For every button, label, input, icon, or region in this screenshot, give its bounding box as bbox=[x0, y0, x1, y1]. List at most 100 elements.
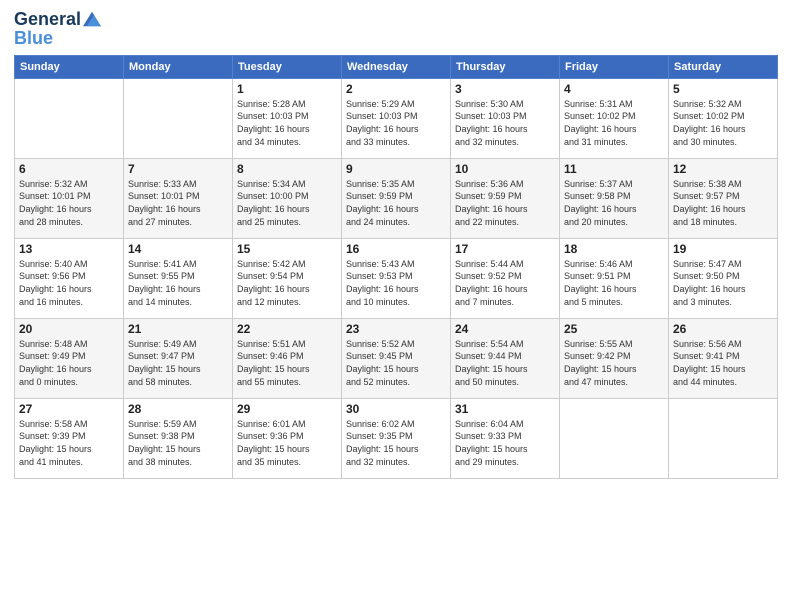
calendar-cell: 2Sunrise: 5:29 AM Sunset: 10:03 PM Dayli… bbox=[342, 78, 451, 158]
day-number: 18 bbox=[564, 242, 664, 256]
day-info: Sunrise: 5:30 AM Sunset: 10:03 PM Daylig… bbox=[455, 98, 555, 148]
calendar-cell: 27 Sunrise: 5:58 AM Sunset: 9:39 PM Dayli… bbox=[15, 398, 124, 478]
calendar-cell: 29 Sunrise: 6:01 AM Sunset: 9:36 PM Dayli… bbox=[233, 398, 342, 478]
day-info: Sunrise: 5:48 AM Sunset: 9:49 PM Dayligh… bbox=[19, 338, 119, 388]
day-number: 20 bbox=[19, 322, 119, 336]
day-number: 5 bbox=[673, 82, 773, 96]
day-number: 31 bbox=[455, 402, 555, 416]
calendar-cell: 12 Sunrise: 5:38 AM Sunset: 9:57 PM Dayli… bbox=[669, 158, 778, 238]
logo-text-blue: Blue bbox=[14, 28, 101, 49]
calendar-cell: 24Sunrise: 5:54 AM Sunset: 9:44 PM Dayli… bbox=[451, 318, 560, 398]
calendar-cell: 3 Sunrise: 5:30 AM Sunset: 10:03 PM Dayli… bbox=[451, 78, 560, 158]
day-header-sunday: Sunday bbox=[15, 55, 124, 78]
logo: General Blue bbox=[14, 10, 101, 49]
calendar-cell: 26 Sunrise: 5:56 AM Sunset: 9:41 PM Dayli… bbox=[669, 318, 778, 398]
day-header-friday: Friday bbox=[560, 55, 669, 78]
day-number: 27 bbox=[19, 402, 119, 416]
day-number: 7 bbox=[128, 162, 228, 176]
day-number: 1 bbox=[237, 82, 337, 96]
calendar-cell: 21Sunrise: 5:49 AM Sunset: 9:47 PM Dayli… bbox=[124, 318, 233, 398]
calendar-cell bbox=[669, 398, 778, 478]
day-number: 9 bbox=[346, 162, 446, 176]
calendar-cell: 22 Sunrise: 5:51 AM Sunset: 9:46 PM Dayli… bbox=[233, 318, 342, 398]
day-info: Sunrise: 5:51 AM Sunset: 9:46 PM Dayligh… bbox=[237, 338, 337, 388]
day-header-saturday: Saturday bbox=[669, 55, 778, 78]
day-info: Sunrise: 5:44 AM Sunset: 9:52 PM Dayligh… bbox=[455, 258, 555, 308]
day-number: 11 bbox=[564, 162, 664, 176]
calendar-cell: 31 Sunrise: 6:04 AM Sunset: 9:33 PM Dayli… bbox=[451, 398, 560, 478]
calendar-cell: 6Sunrise: 5:32 AM Sunset: 10:01 PM Dayli… bbox=[15, 158, 124, 238]
week-row-2: 6Sunrise: 5:32 AM Sunset: 10:01 PM Dayli… bbox=[15, 158, 778, 238]
week-row-5: 27 Sunrise: 5:58 AM Sunset: 9:39 PM Dayli… bbox=[15, 398, 778, 478]
calendar-cell: 13Sunrise: 5:40 AM Sunset: 9:56 PM Dayli… bbox=[15, 238, 124, 318]
day-number: 12 bbox=[673, 162, 773, 176]
calendar-cell: 20 Sunrise: 5:48 AM Sunset: 9:49 PM Dayli… bbox=[15, 318, 124, 398]
calendar-table: SundayMondayTuesdayWednesdayThursdayFrid… bbox=[14, 55, 778, 479]
day-info: Sunrise: 5:47 AM Sunset: 9:50 PM Dayligh… bbox=[673, 258, 773, 308]
day-number: 16 bbox=[346, 242, 446, 256]
calendar-cell: 17 Sunrise: 5:44 AM Sunset: 9:52 PM Dayli… bbox=[451, 238, 560, 318]
calendar-cell: 7Sunrise: 5:33 AM Sunset: 10:01 PM Dayli… bbox=[124, 158, 233, 238]
day-info: Sunrise: 5:41 AM Sunset: 9:55 PM Dayligh… bbox=[128, 258, 228, 308]
day-number: 4 bbox=[564, 82, 664, 96]
day-info: Sunrise: 5:34 AM Sunset: 10:00 PM Daylig… bbox=[237, 178, 337, 228]
day-info: Sunrise: 5:56 AM Sunset: 9:41 PM Dayligh… bbox=[673, 338, 773, 388]
calendar-cell: 16Sunrise: 5:43 AM Sunset: 9:53 PM Dayli… bbox=[342, 238, 451, 318]
calendar-cell bbox=[124, 78, 233, 158]
calendar-cell: 11 Sunrise: 5:37 AM Sunset: 9:58 PM Dayli… bbox=[560, 158, 669, 238]
week-row-3: 13Sunrise: 5:40 AM Sunset: 9:56 PM Dayli… bbox=[15, 238, 778, 318]
day-number: 2 bbox=[346, 82, 446, 96]
day-info: Sunrise: 5:58 AM Sunset: 9:39 PM Dayligh… bbox=[19, 418, 119, 468]
calendar-cell: 4Sunrise: 5:31 AM Sunset: 10:02 PM Dayli… bbox=[560, 78, 669, 158]
day-header-tuesday: Tuesday bbox=[233, 55, 342, 78]
day-info: Sunrise: 5:37 AM Sunset: 9:58 PM Dayligh… bbox=[564, 178, 664, 228]
day-number: 3 bbox=[455, 82, 555, 96]
calendar-cell: 5 Sunrise: 5:32 AM Sunset: 10:02 PM Dayli… bbox=[669, 78, 778, 158]
week-row-1: 1 Sunrise: 5:28 AM Sunset: 10:03 PM Dayli… bbox=[15, 78, 778, 158]
day-info: Sunrise: 5:59 AM Sunset: 9:38 PM Dayligh… bbox=[128, 418, 228, 468]
day-number: 22 bbox=[237, 322, 337, 336]
day-header-wednesday: Wednesday bbox=[342, 55, 451, 78]
day-number: 17 bbox=[455, 242, 555, 256]
calendar-cell: 15Sunrise: 5:42 AM Sunset: 9:54 PM Dayli… bbox=[233, 238, 342, 318]
day-number: 6 bbox=[19, 162, 119, 176]
day-number: 28 bbox=[128, 402, 228, 416]
day-info: Sunrise: 5:54 AM Sunset: 9:44 PM Dayligh… bbox=[455, 338, 555, 388]
day-info: Sunrise: 5:38 AM Sunset: 9:57 PM Dayligh… bbox=[673, 178, 773, 228]
calendar-cell: 28 Sunrise: 5:59 AM Sunset: 9:38 PM Dayli… bbox=[124, 398, 233, 478]
calendar-cell: 14 Sunrise: 5:41 AM Sunset: 9:55 PM Dayli… bbox=[124, 238, 233, 318]
calendar-cell: 19 Sunrise: 5:47 AM Sunset: 9:50 PM Dayli… bbox=[669, 238, 778, 318]
day-info: Sunrise: 5:28 AM Sunset: 10:03 PM Daylig… bbox=[237, 98, 337, 148]
day-number: 21 bbox=[128, 322, 228, 336]
calendar-cell: 18Sunrise: 5:46 AM Sunset: 9:51 PM Dayli… bbox=[560, 238, 669, 318]
day-number: 13 bbox=[19, 242, 119, 256]
day-info: Sunrise: 6:01 AM Sunset: 9:36 PM Dayligh… bbox=[237, 418, 337, 468]
calendar-cell: 30 Sunrise: 6:02 AM Sunset: 9:35 PM Dayli… bbox=[342, 398, 451, 478]
day-info: Sunrise: 6:04 AM Sunset: 9:33 PM Dayligh… bbox=[455, 418, 555, 468]
logo-icon bbox=[83, 10, 101, 28]
calendar-cell: 10 Sunrise: 5:36 AM Sunset: 9:59 PM Dayli… bbox=[451, 158, 560, 238]
day-number: 30 bbox=[346, 402, 446, 416]
day-header-thursday: Thursday bbox=[451, 55, 560, 78]
day-info: Sunrise: 5:35 AM Sunset: 9:59 PM Dayligh… bbox=[346, 178, 446, 228]
day-info: Sunrise: 5:52 AM Sunset: 9:45 PM Dayligh… bbox=[346, 338, 446, 388]
week-row-4: 20 Sunrise: 5:48 AM Sunset: 9:49 PM Dayli… bbox=[15, 318, 778, 398]
day-info: Sunrise: 5:55 AM Sunset: 9:42 PM Dayligh… bbox=[564, 338, 664, 388]
day-info: Sunrise: 6:02 AM Sunset: 9:35 PM Dayligh… bbox=[346, 418, 446, 468]
day-number: 10 bbox=[455, 162, 555, 176]
header: General Blue bbox=[14, 10, 778, 49]
calendar-cell bbox=[15, 78, 124, 158]
day-number: 29 bbox=[237, 402, 337, 416]
page: General Blue SundayMondayTuesdayWednesda… bbox=[0, 0, 792, 612]
day-number: 15 bbox=[237, 242, 337, 256]
day-number: 14 bbox=[128, 242, 228, 256]
header-row: SundayMondayTuesdayWednesdayThursdayFrid… bbox=[15, 55, 778, 78]
day-info: Sunrise: 5:32 AM Sunset: 10:02 PM Daylig… bbox=[673, 98, 773, 148]
day-number: 26 bbox=[673, 322, 773, 336]
day-number: 19 bbox=[673, 242, 773, 256]
calendar-cell: 8Sunrise: 5:34 AM Sunset: 10:00 PM Dayli… bbox=[233, 158, 342, 238]
calendar-cell bbox=[560, 398, 669, 478]
day-info: Sunrise: 5:36 AM Sunset: 9:59 PM Dayligh… bbox=[455, 178, 555, 228]
day-number: 23 bbox=[346, 322, 446, 336]
calendar-cell: 25Sunrise: 5:55 AM Sunset: 9:42 PM Dayli… bbox=[560, 318, 669, 398]
